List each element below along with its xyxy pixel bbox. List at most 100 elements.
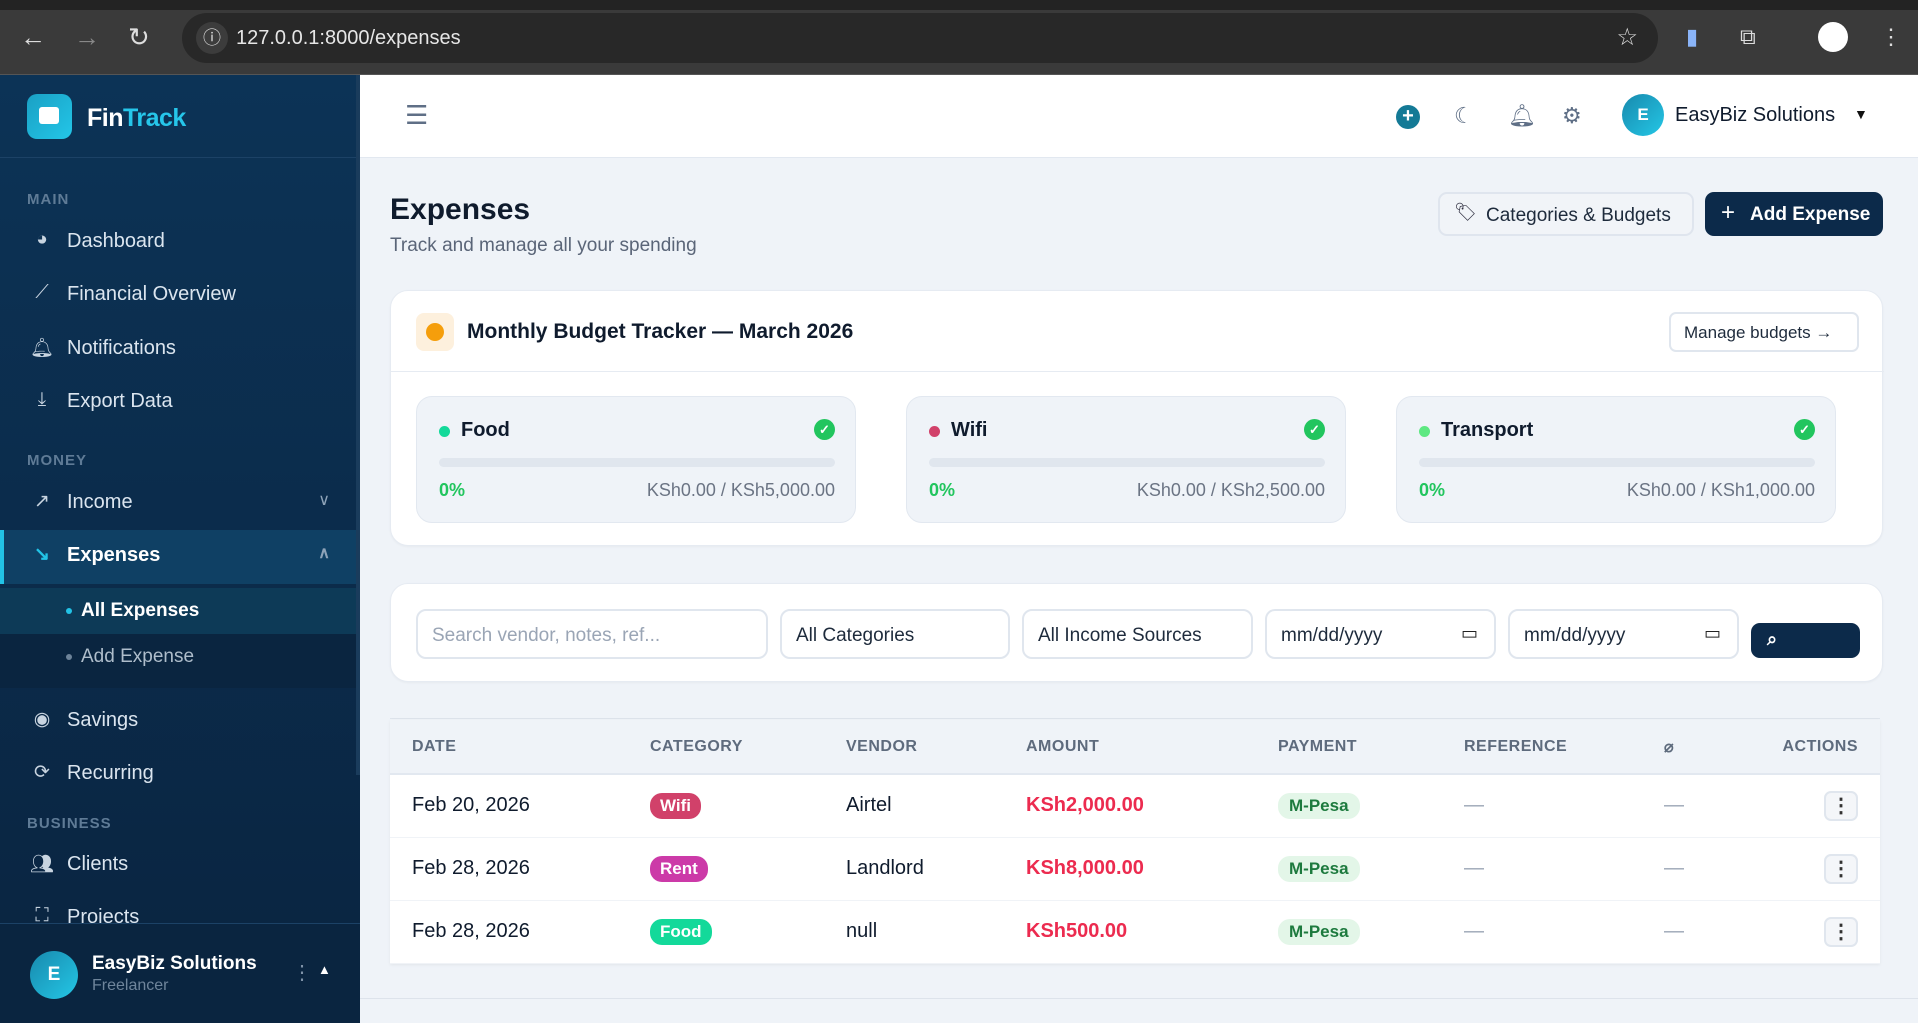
categories-budgets-button[interactable]: 🏷︎ Categories & Budgets	[1438, 192, 1694, 236]
profile-avatar-icon[interactable]	[1818, 22, 1848, 52]
section-main: MAIN	[27, 191, 70, 208]
budget-title: Monthly Budget Tracker — March 2026	[467, 320, 854, 343]
budget-percent: 0%	[1419, 480, 1446, 500]
header-category[interactable]: CATEGORY	[628, 720, 824, 775]
date-to-input[interactable]: mm/dd/yyyy ▭	[1508, 609, 1739, 659]
category-dot	[439, 426, 450, 437]
sidebar-scrollbar[interactable]	[356, 75, 360, 775]
cell-actions: ⋮	[1742, 900, 1880, 964]
sidebar-item-financial-overview[interactable]: ⟋ Financial Overview	[0, 269, 358, 321]
category-select[interactable]: All Categories	[780, 609, 1010, 659]
amount-value: KSh8,000.00	[1026, 857, 1144, 879]
url-text[interactable]: 127.0.0.1:8000/expenses	[236, 27, 461, 50]
cell-vendor: Airtel	[824, 774, 1004, 838]
sidebar-item-expenses[interactable]: ↘ Expenses ∧	[0, 530, 358, 584]
budget-card: Wifi ✓ 0% KSh0.00 / KSh2,500.00	[906, 396, 1346, 523]
table-row[interactable]: Feb 20, 2026 Wifi Airtel KSh2,000.00 M-P…	[390, 774, 1880, 838]
budget-card: Food ✓ 0% KSh0.00 / KSh5,000.00	[416, 396, 856, 523]
header-amount[interactable]: AMOUNT	[1004, 720, 1256, 775]
payment-badge: M-Pesa	[1278, 918, 1360, 945]
label: Financial Overview	[67, 283, 236, 305]
arrow-right-icon: →	[1815, 323, 1833, 342]
cell-actions: ⋮	[1742, 774, 1880, 838]
sync-icon: ⟳	[34, 762, 50, 783]
gauge-icon: ◕	[36, 229, 48, 250]
date-from-input[interactable]: mm/dd/yyyy ▭	[1265, 609, 1496, 659]
table-row[interactable]: Feb 28, 2026 Rent Landlord KSh8,000.00 M…	[390, 837, 1880, 901]
cell-amount: KSh2,000.00	[1004, 774, 1256, 838]
sidebar-item-recurring[interactable]: ⟳ Recurring	[0, 748, 358, 800]
search-button[interactable]: ⌕	[1751, 623, 1860, 658]
line-chart-icon: ⟋	[35, 282, 49, 303]
download-icon: ⤓	[37, 389, 47, 410]
extension-icon[interactable]: ▮	[1686, 24, 1698, 50]
kebab-menu-icon[interactable]: ⋮	[292, 960, 312, 985]
sidebar-item-savings[interactable]: ◉ Savings	[0, 695, 358, 747]
sidebar-item-notifications[interactable]: 🔔︎ Notifications	[0, 323, 358, 375]
user-menu[interactable]: E EasyBiz Solutions ▼	[1622, 94, 1918, 140]
cell-date: Feb 28, 2026	[390, 837, 628, 901]
users-icon: 👥︎	[30, 854, 55, 875]
row-actions-kebab-icon[interactable]: ⋮	[1824, 916, 1858, 947]
hamburger-menu-icon[interactable]: ☰	[405, 100, 428, 131]
header-date[interactable]: DATE	[390, 720, 628, 775]
tab-strip	[0, 0, 1918, 10]
sidebar-subitem-all-expenses[interactable]: All Expenses	[0, 588, 358, 634]
search-input[interactable]: Search vendor, notes, ref...	[416, 609, 768, 659]
label: Savings	[67, 709, 139, 731]
sidebar-item-dashboard[interactable]: ◕ Dashboard	[0, 216, 358, 268]
cell-attachment: —	[1642, 837, 1742, 901]
paperclip-icon: ⌀	[1642, 720, 1742, 775]
sidebar-user[interactable]: E EasyBiz Solutions Freelancer ⋮ ▲	[0, 923, 360, 1023]
cell-category: Wifi	[628, 774, 824, 838]
site-info-icon[interactable]: ⓘ	[196, 22, 228, 54]
header-reference[interactable]: REFERENCE	[1442, 720, 1642, 775]
payment-badge: M-Pesa	[1278, 792, 1360, 819]
label: Export Data	[67, 390, 173, 412]
address-bar[interactable]: ⓘ 127.0.0.1:8000/expenses ☆	[182, 13, 1658, 63]
category-badge: Wifi	[650, 792, 702, 819]
budget-amount: KSh0.00 / KSh5,000.00	[646, 480, 835, 500]
bullet-icon	[66, 654, 72, 660]
brand-first: Fin	[87, 104, 124, 132]
avatar: E	[30, 951, 78, 999]
sidebar-item-clients[interactable]: 👥︎ Clients	[0, 839, 358, 891]
brand[interactable]: FinTrack	[0, 75, 360, 158]
user-role: Freelancer	[92, 977, 169, 994]
dark-mode-moon-icon[interactable]: ☾	[1454, 103, 1474, 129]
label: Dashboard	[67, 230, 165, 252]
table-row[interactable]: Feb 28, 2026 Food null KSh500.00 M-Pesa …	[390, 900, 1880, 964]
wallet-logo-icon	[27, 94, 72, 139]
reload-icon[interactable]: ↻	[128, 24, 150, 50]
forward-icon[interactable]: →	[74, 24, 100, 50]
browser-menu-icon[interactable]: ⋮	[1880, 24, 1902, 50]
label: Categories & Budgets	[1486, 205, 1671, 226]
calendar-icon[interactable]: ▭	[1461, 623, 1478, 644]
browser-toolbar: ← → ↻ ⓘ 127.0.0.1:8000/expenses ☆ ▮ ⧉ ⋮	[0, 0, 1918, 75]
brand-second: Track	[123, 104, 186, 132]
label: Expenses	[67, 544, 161, 566]
page-title: Expenses	[390, 193, 531, 226]
label: Add Expense	[1750, 204, 1871, 225]
manage-budgets-button[interactable]: Manage budgets →	[1669, 312, 1859, 352]
cell-payment: M-Pesa	[1256, 774, 1442, 838]
caret-up-icon[interactable]: ▲	[318, 962, 331, 977]
back-icon[interactable]: ←	[20, 24, 46, 50]
sidebar-item-income[interactable]: ↗ Income ∨	[0, 477, 358, 529]
sidebar-subitem-add-expense[interactable]: Add Expense	[0, 634, 358, 680]
income-source-select[interactable]: All Income Sources	[1022, 609, 1253, 659]
header-payment[interactable]: PAYMENT	[1256, 720, 1442, 775]
add-expense-button[interactable]: + Add Expense	[1705, 192, 1883, 236]
bookmark-star-icon[interactable]: ☆	[1616, 23, 1638, 52]
search-icon: ⌕	[1767, 629, 1778, 649]
extensions-puzzle-icon[interactable]: ⧉	[1740, 24, 1756, 50]
notifications-bell-icon[interactable]: 🔔︎	[1508, 103, 1536, 129]
label: Recurring	[67, 762, 154, 784]
sidebar-item-export-data[interactable]: ⤓ Export Data	[0, 376, 358, 428]
header-vendor[interactable]: VENDOR	[824, 720, 1004, 775]
row-actions-kebab-icon[interactable]: ⋮	[1824, 853, 1858, 884]
settings-gear-icon[interactable]: ⚙	[1562, 103, 1582, 129]
row-actions-kebab-icon[interactable]: ⋮	[1824, 790, 1858, 821]
calendar-icon[interactable]: ▭	[1704, 623, 1721, 644]
quick-add-icon[interactable]: +	[1396, 105, 1420, 129]
